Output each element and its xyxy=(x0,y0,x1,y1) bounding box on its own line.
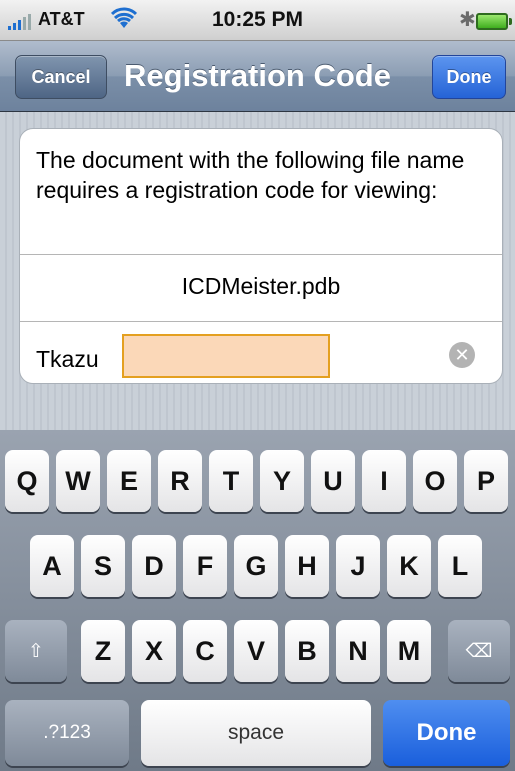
navigation-bar: Cancel Registration Code Done xyxy=(0,41,515,112)
key-n[interactable]: N xyxy=(336,620,380,682)
key-w[interactable]: W xyxy=(56,450,100,512)
key-h[interactable]: H xyxy=(285,535,329,597)
keyboard-done-key[interactable]: Done xyxy=(383,700,510,766)
key-p[interactable]: P xyxy=(464,450,508,512)
key-o[interactable]: O xyxy=(413,450,457,512)
divider xyxy=(20,321,502,322)
key-i[interactable]: I xyxy=(362,450,406,512)
shift-key[interactable]: ⇧ xyxy=(5,620,67,682)
key-b[interactable]: B xyxy=(285,620,329,682)
onscreen-keyboard: Q W E R T Y U I O P A S D F G H J K L ⇧ … xyxy=(0,430,515,771)
key-c[interactable]: C xyxy=(183,620,227,682)
status-bar: AT&T 10:25 PM ✱ xyxy=(0,0,515,41)
registration-card: The document with the following file nam… xyxy=(19,128,503,384)
key-k[interactable]: K xyxy=(387,535,431,597)
divider xyxy=(20,254,502,255)
document-filename: ICDMeister.pdb xyxy=(181,273,341,299)
key-d[interactable]: D xyxy=(132,535,176,597)
key-y[interactable]: Y xyxy=(260,450,304,512)
key-f[interactable]: F xyxy=(183,535,227,597)
key-a[interactable]: A xyxy=(30,535,74,597)
content-area: The document with the following file nam… xyxy=(0,112,515,430)
key-t[interactable]: T xyxy=(209,450,253,512)
key-j[interactable]: J xyxy=(336,535,380,597)
key-v[interactable]: V xyxy=(234,620,278,682)
clear-text-icon[interactable]: ✕ xyxy=(449,342,475,368)
text-selection-highlight xyxy=(122,334,330,378)
registration-message: The document with the following file nam… xyxy=(36,147,465,203)
key-g[interactable]: G xyxy=(234,535,278,597)
key-l[interactable]: L xyxy=(438,535,482,597)
key-z[interactable]: Z xyxy=(81,620,125,682)
key-m[interactable]: M xyxy=(387,620,431,682)
key-s[interactable]: S xyxy=(81,535,125,597)
done-button[interactable]: Done xyxy=(432,55,506,99)
registration-code-input[interactable]: Tkazu xyxy=(36,346,99,373)
space-key[interactable]: space xyxy=(141,700,371,766)
key-q[interactable]: Q xyxy=(5,450,49,512)
key-u[interactable]: U xyxy=(311,450,355,512)
numbers-key[interactable]: .?123 xyxy=(5,700,129,766)
status-time: 10:25 PM xyxy=(211,8,304,31)
key-r[interactable]: R xyxy=(158,450,202,512)
key-e[interactable]: E xyxy=(107,450,151,512)
backspace-key[interactable]: ⌫ xyxy=(448,620,510,682)
battery-icon xyxy=(476,13,512,30)
bluetooth-icon: ✱ xyxy=(459,9,476,31)
key-x[interactable]: X xyxy=(132,620,176,682)
